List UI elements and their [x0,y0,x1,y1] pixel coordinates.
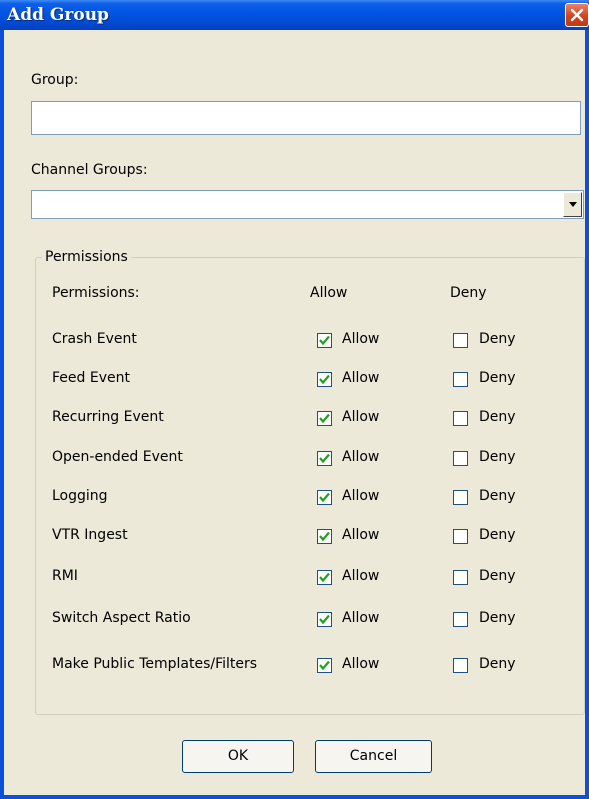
title-bar[interactable]: Add Group [0,0,589,30]
deny-checkbox[interactable] [453,612,468,627]
allow-checkbox[interactable] [317,612,332,627]
allow-checkbox-label[interactable]: Allow [342,409,379,425]
allow-checkbox-label[interactable]: Allow [342,610,379,626]
deny-checkbox[interactable] [453,658,468,673]
deny-checkbox-label[interactable]: Deny [479,488,516,504]
allow-checkbox-label[interactable]: Allow [342,488,379,504]
permissions-header-label: Permissions: [52,285,140,301]
chevron-down-icon [569,202,577,207]
channel-groups-dropdown[interactable] [31,190,584,219]
allow-checkbox[interactable] [317,658,332,673]
allow-checkbox[interactable] [317,333,332,348]
add-group-dialog: Add Group Group: Channel Groups: Permiss… [0,0,589,799]
checkmark-icon [319,614,330,625]
allow-checkbox[interactable] [317,451,332,466]
deny-checkbox[interactable] [453,372,468,387]
deny-checkbox-label[interactable]: Deny [479,370,516,386]
permission-name: Feed Event [52,370,130,386]
permission-name: Switch Aspect Ratio [52,610,191,626]
allow-header-label: Allow [310,285,348,301]
allow-checkbox-label[interactable]: Allow [342,527,379,543]
allow-checkbox-label[interactable]: Allow [342,370,379,386]
permission-name: Open-ended Event [52,449,183,465]
dropdown-arrow-button[interactable] [563,192,582,217]
checkmark-icon [319,335,330,346]
checkmark-icon [319,413,330,424]
deny-checkbox-label[interactable]: Deny [479,568,516,584]
deny-checkbox-label[interactable]: Deny [479,449,516,465]
deny-checkbox-label[interactable]: Deny [479,610,516,626]
deny-checkbox-label[interactable]: Deny [479,527,516,543]
window-title: Add Group [7,5,109,25]
checkmark-icon [319,660,330,671]
deny-checkbox-label[interactable]: Deny [479,331,516,347]
deny-checkbox-label[interactable]: Deny [479,656,516,672]
deny-checkbox[interactable] [453,570,468,585]
checkmark-icon [319,492,330,503]
deny-checkbox[interactable] [453,411,468,426]
allow-checkbox-label[interactable]: Allow [342,449,379,465]
close-icon [570,8,584,22]
permissions-legend: Permissions [45,249,128,265]
permission-name: Make Public Templates/Filters [52,656,258,672]
permissions-groupbox: Permissions [35,249,585,715]
permission-name: RMI [52,568,78,584]
permission-name: Logging [52,488,108,504]
checkmark-icon [319,531,330,542]
cancel-button[interactable]: Cancel [315,740,432,773]
ok-button[interactable]: OK [182,740,294,773]
permission-name: Recurring Event [52,409,164,425]
allow-checkbox[interactable] [317,490,332,505]
allow-checkbox-label[interactable]: Allow [342,656,379,672]
allow-checkbox[interactable] [317,372,332,387]
allow-checkbox-label[interactable]: Allow [342,331,379,347]
close-button[interactable] [565,3,589,27]
channel-groups-label: Channel Groups: [31,162,148,178]
deny-header-label: Deny [450,285,487,301]
allow-checkbox-label[interactable]: Allow [342,568,379,584]
group-label: Group: [31,72,79,88]
checkmark-icon [319,572,330,583]
checkmark-icon [319,374,330,385]
deny-checkbox[interactable] [453,490,468,505]
allow-checkbox[interactable] [317,570,332,585]
permission-name: Crash Event [52,331,137,347]
allow-checkbox[interactable] [317,411,332,426]
permission-name: VTR Ingest [52,527,128,543]
group-input[interactable] [31,101,581,135]
deny-checkbox[interactable] [453,333,468,348]
deny-checkbox[interactable] [453,451,468,466]
checkmark-icon [319,453,330,464]
deny-checkbox[interactable] [453,529,468,544]
allow-checkbox[interactable] [317,529,332,544]
deny-checkbox-label[interactable]: Deny [479,409,516,425]
